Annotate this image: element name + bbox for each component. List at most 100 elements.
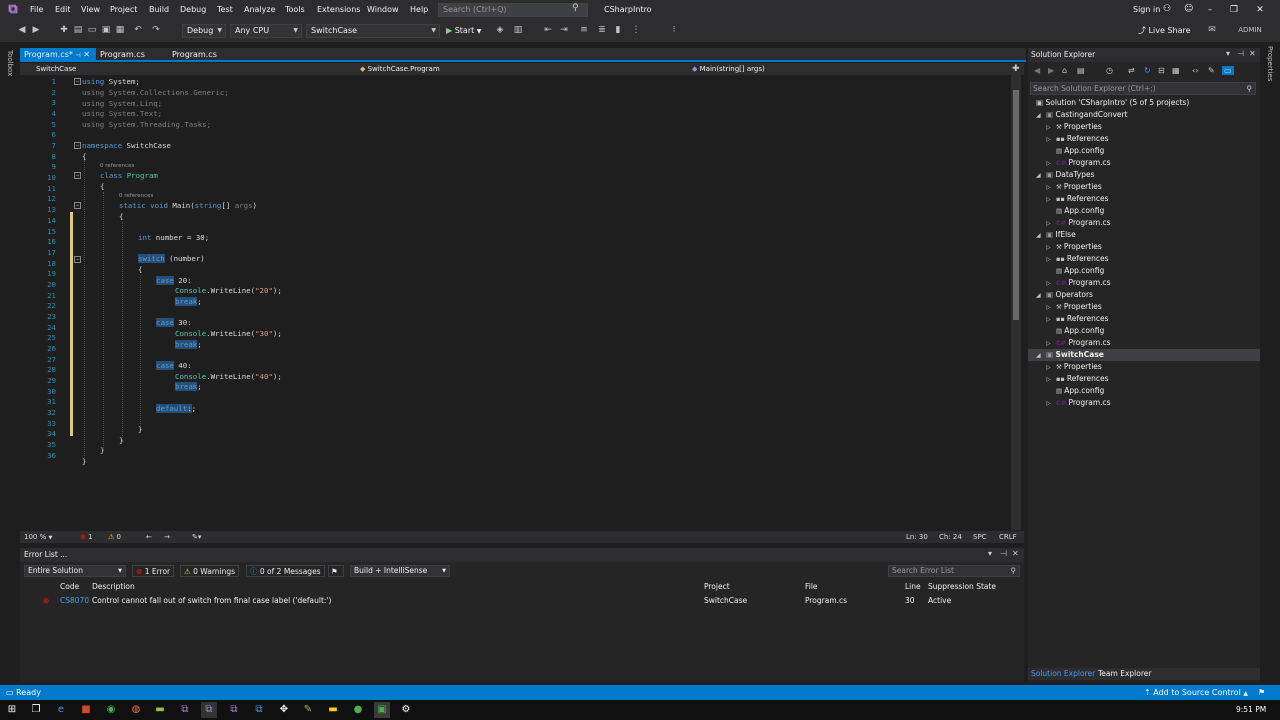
se-close-icon[interactable]: ✕: [1249, 49, 1256, 58]
fold-toggle-namespace[interactable]: −: [74, 142, 81, 149]
se-refresh-icon[interactable]: ↻: [1144, 66, 1151, 75]
zoom-level[interactable]: 100 % ▼: [24, 531, 52, 543]
se-code-icon[interactable]: ‹›: [1192, 66, 1198, 75]
notifications-icon[interactable]: ⚑: [1258, 685, 1265, 700]
vs-taskbar-icon-2[interactable]: ⧉: [226, 702, 242, 718]
error-state[interactable]: Active: [928, 595, 951, 607]
vscode-icon[interactable]: ⧉: [251, 702, 267, 718]
tab-program-cs-3[interactable]: Program.cs: [168, 48, 236, 62]
layout-icon[interactable]: ▥: [512, 24, 524, 36]
feedback-icon[interactable]: ☺: [1184, 4, 1193, 14]
menu-edit[interactable]: Edit: [55, 0, 71, 20]
errors-filter-button[interactable]: ⊗ 1 Error: [132, 565, 175, 577]
firefox-icon[interactable]: ◍: [128, 702, 144, 718]
project-item[interactable]: ▷ ▪▪ References: [1046, 253, 1109, 265]
se-menu-icon[interactable]: ▾: [1226, 49, 1230, 58]
project-node[interactable]: ◢ ▣ CastingandConvert: [1028, 109, 1260, 121]
codelens-references[interactable]: 0 references: [119, 193, 153, 199]
column-suppression-state[interactable]: Suppression State: [928, 581, 996, 593]
save-icon[interactable]: ▣: [100, 24, 112, 36]
minimize-button[interactable]: –: [1198, 0, 1222, 20]
menu-view[interactable]: View: [81, 0, 100, 20]
expand-chevron-icon[interactable]: ◢: [1036, 350, 1046, 362]
se-show-all-icon[interactable]: ▦: [1172, 66, 1180, 75]
app-icon-3[interactable]: ●: [350, 702, 366, 718]
vs-active-taskbar-icon[interactable]: ⧉: [201, 702, 217, 718]
se-pin-icon[interactable]: ⊣: [1237, 49, 1244, 58]
error-file[interactable]: Program.cs: [805, 595, 847, 607]
tab-program-cs-2[interactable]: Program.cs: [96, 48, 164, 62]
task-view-icon[interactable]: ❐: [28, 702, 44, 718]
undo-icon[interactable]: ↶: [132, 24, 144, 36]
save-all-icon[interactable]: ▦: [114, 24, 126, 36]
error-search-input[interactable]: Search Error List ⚲: [888, 565, 1020, 577]
fold-toggle-using[interactable]: −: [74, 78, 81, 85]
app-icon-4[interactable]: ▣: [374, 702, 390, 718]
settings-icon[interactable]: ⚙: [398, 702, 414, 718]
solution-node[interactable]: ▣ Solution 'CSharpIntro' (5 of 5 project…: [1036, 97, 1189, 109]
project-item[interactable]: ▷ C# Program.cs: [1046, 397, 1111, 409]
project-item[interactable]: ▷ ▪▪ References: [1046, 133, 1109, 145]
pin-icon[interactable]: ⊣: [75, 52, 80, 59]
project-item[interactable]: ▷ C# Program.cs: [1046, 157, 1111, 169]
vs-taskbar-icon[interactable]: ⧉: [177, 702, 193, 718]
quick-search-input[interactable]: Search (Ctrl+Q): [438, 3, 588, 17]
column-code[interactable]: Code: [60, 581, 79, 593]
expand-chevron-icon[interactable]: ◢: [1036, 170, 1046, 182]
column-description[interactable]: Description: [92, 581, 135, 593]
menu-analyze[interactable]: Analyze: [244, 0, 276, 20]
project-item[interactable]: ▷ ⚒ Properties: [1046, 301, 1102, 313]
split-editor-icon[interactable]: ✚: [1012, 63, 1020, 75]
panel-menu-icon[interactable]: ▾: [988, 549, 992, 558]
app-icon[interactable]: ▬: [152, 702, 168, 718]
project-item[interactable]: ▷ ▪▪ References: [1046, 373, 1109, 385]
step-icon[interactable]: ⇤: [542, 24, 554, 36]
nav-class-dropdown[interactable]: ◆ SwitchCase.Program: [360, 63, 440, 75]
edge-icon[interactable]: e: [53, 702, 69, 718]
project-item[interactable]: ▤ App.config: [1046, 385, 1104, 397]
panel-pin-icon[interactable]: ⊣: [1000, 549, 1007, 558]
expand-chevron-icon[interactable]: ◢: [1036, 110, 1046, 122]
fold-toggle-class[interactable]: −: [74, 172, 81, 179]
menu-tools[interactable]: Tools: [285, 0, 305, 20]
menu-file[interactable]: File: [30, 0, 43, 20]
expand-chevron-icon[interactable]: ▷: [1046, 398, 1056, 410]
start-button[interactable]: ▶ Start ▼: [446, 24, 481, 38]
expand-chevron-icon[interactable]: ◢: [1036, 230, 1046, 242]
menu-window[interactable]: Window: [367, 0, 399, 20]
se-forward-icon[interactable]: ▶: [1048, 66, 1054, 75]
solution-search-input[interactable]: Search Solution Explorer (Ctrl+;) ⚲: [1030, 82, 1256, 95]
uncomment-icon[interactable]: ≣: [596, 24, 608, 36]
error-count[interactable]: ⊗ 1: [80, 531, 93, 543]
properties-tab[interactable]: Properties: [1264, 46, 1276, 86]
project-item[interactable]: ▤ App.config: [1046, 205, 1104, 217]
error-project[interactable]: SwitchCase: [704, 595, 747, 607]
nav-back-icon[interactable]: ←: [146, 531, 152, 543]
new-project-icon[interactable]: ✚: [58, 24, 70, 36]
nav-member-dropdown[interactable]: ◆ Main(string[] args): [692, 63, 765, 75]
bookmark-icon[interactable]: ▮: [612, 24, 624, 36]
nav-project-dropdown[interactable]: SwitchCase: [36, 63, 76, 75]
build-filter-select[interactable]: Build + IntelliSense ▼: [350, 565, 450, 577]
menu-help[interactable]: Help: [410, 0, 428, 20]
toolbar-overflow-icon[interactable]: ⁝: [668, 24, 680, 36]
project-item[interactable]: ▤ App.config: [1046, 145, 1104, 157]
live-share-button[interactable]: ⤴ Live Share: [1138, 24, 1191, 38]
maximize-button[interactable]: ❐: [1222, 0, 1246, 20]
se-switch-views-icon[interactable]: ▤: [1077, 66, 1085, 75]
office-icon[interactable]: ■: [78, 702, 94, 718]
editor-scroll-thumb[interactable]: [1013, 90, 1019, 320]
project-node[interactable]: ◢ ▣ DataTypes: [1028, 169, 1260, 181]
column-line[interactable]: Line: [905, 581, 921, 593]
comment-icon[interactable]: ≡: [578, 24, 590, 36]
configuration-select[interactable]: Debug ▼: [182, 24, 226, 38]
project-item[interactable]: ▤ App.config: [1046, 325, 1104, 337]
column-project[interactable]: Project: [704, 581, 730, 593]
project-item[interactable]: ▷ ⚒ Properties: [1046, 181, 1102, 193]
platform-select[interactable]: Any CPU ▼: [230, 24, 302, 38]
project-item[interactable]: ▷ ⚒ Properties: [1046, 121, 1102, 133]
se-properties-icon[interactable]: ✎: [1208, 66, 1215, 75]
build-filter-icon[interactable]: ⚑: [328, 565, 344, 577]
warnings-filter-button[interactable]: ⚠ 0 Warnings: [180, 565, 240, 577]
app-icon-2[interactable]: ✎: [300, 702, 316, 718]
